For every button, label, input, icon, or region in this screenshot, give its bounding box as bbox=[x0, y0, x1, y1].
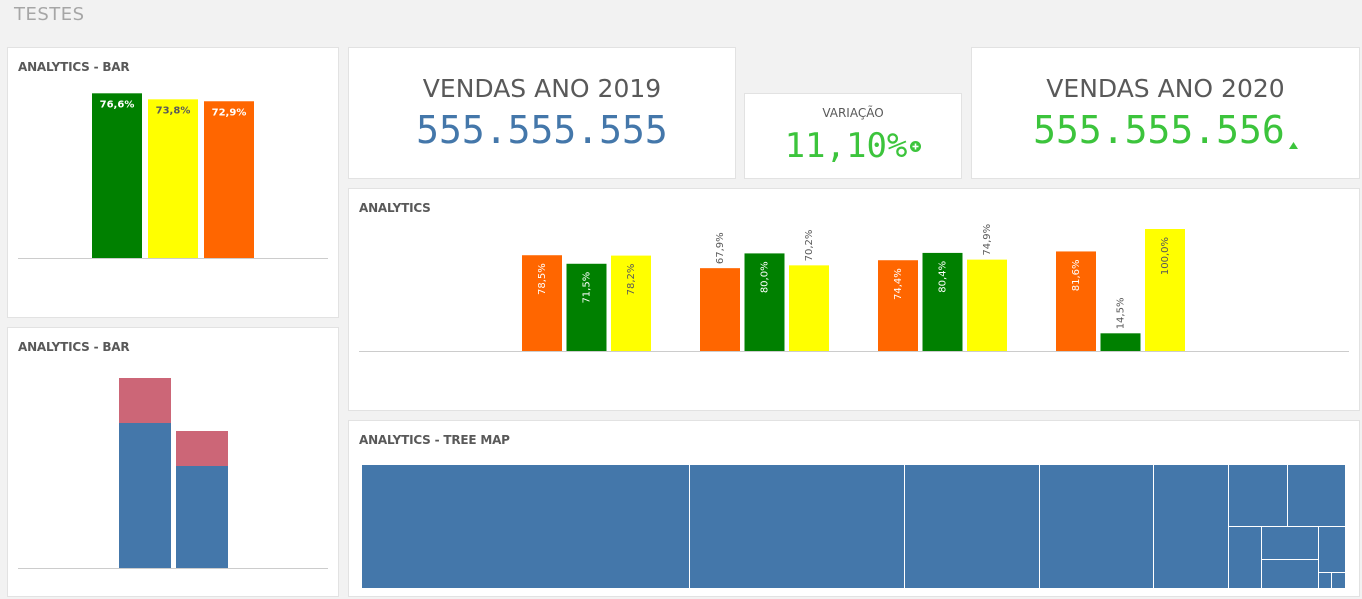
kpi-value: 555.555.555 bbox=[416, 108, 668, 152]
kpi-variacao[interactable]: VARIAÇÃO 11,10% bbox=[744, 93, 962, 179]
grouped-bar-chart[interactable]: 78,5% 71,5% 78,2% 67,9% 80,0% 70,2% 74,4% 80,4%… bbox=[349, 189, 1359, 410]
bar-label: 80,0% bbox=[760, 261, 771, 293]
bar-label: 80,4% bbox=[938, 261, 949, 293]
bar[interactable] bbox=[204, 101, 254, 258]
treemap[interactable] bbox=[362, 465, 1345, 589]
kpi-label: VARIAÇÃO bbox=[822, 106, 884, 120]
plus-circle-icon bbox=[910, 121, 922, 161]
treemap-cell[interactable] bbox=[362, 465, 690, 589]
bar[interactable] bbox=[92, 93, 142, 258]
bar-chart-panel-2[interactable]: ANALYTICS - BAR bbox=[7, 327, 339, 597]
kpi-value-row: 11,10% bbox=[745, 126, 961, 166]
sheet-title: TESTES bbox=[14, 4, 85, 25]
kpi-label: VENDAS ANO 2019 bbox=[422, 74, 662, 103]
triangle-up-icon bbox=[1288, 114, 1298, 158]
bar-label: 71,5% bbox=[582, 272, 593, 304]
treemap-cell[interactable] bbox=[690, 465, 905, 589]
treemap-cell[interactable] bbox=[1319, 527, 1345, 573]
bar-label: 74,9% bbox=[982, 224, 993, 256]
bar[interactable] bbox=[789, 265, 829, 351]
bar[interactable] bbox=[967, 259, 1007, 351]
bar-chart-1[interactable]: 76,6% 73,8% 72,9% bbox=[8, 48, 338, 317]
treemap-cell[interactable] bbox=[1332, 573, 1345, 589]
bar-label: 74,4% bbox=[893, 268, 904, 300]
treemap-panel[interactable]: ANALYTICS - TREE MAP bbox=[348, 420, 1360, 597]
panel-title: ANALYTICS - TREE MAP bbox=[359, 433, 510, 447]
treemap-cell[interactable] bbox=[1229, 527, 1262, 589]
bar-segment[interactable] bbox=[119, 423, 171, 568]
treemap-cell[interactable] bbox=[1154, 465, 1229, 589]
bar[interactable] bbox=[148, 99, 198, 258]
kpi-value-row: 555.555.556 bbox=[972, 108, 1359, 158]
bar-label: 67,9% bbox=[715, 232, 726, 264]
bar-chart-panel-1[interactable]: ANALYTICS - BAR 76,6% 73,8% 72,9% bbox=[7, 47, 339, 318]
bar-segment[interactable] bbox=[176, 466, 228, 568]
treemap-cell[interactable] bbox=[1229, 465, 1288, 527]
bar-segment[interactable] bbox=[176, 431, 228, 466]
kpi-vendas-2019[interactable]: VENDAS ANO 2019 555.555.555 bbox=[348, 47, 736, 179]
bar-label: 70,2% bbox=[804, 230, 815, 262]
treemap-cell[interactable] bbox=[1262, 527, 1319, 560]
bar-segment[interactable] bbox=[119, 378, 171, 423]
bar-label: 14,5% bbox=[1116, 298, 1127, 330]
bar[interactable] bbox=[1100, 333, 1141, 351]
bar-label: 76,6% bbox=[100, 99, 135, 110]
bar-label: 72,9% bbox=[212, 107, 247, 118]
treemap-cell[interactable] bbox=[1262, 560, 1319, 589]
kpi-value: 555.555.556 bbox=[1033, 108, 1285, 152]
stacked-bar-chart[interactable] bbox=[8, 328, 338, 596]
treemap-cell[interactable] bbox=[1040, 465, 1154, 589]
bar-label: 100,0% bbox=[1160, 237, 1171, 275]
analytics-bar-panel[interactable]: ANALYTICS 78,5% 71,5% 78,2% 67,9% 80,0% 70,2%… bbox=[348, 188, 1360, 411]
bar-label: 73,8% bbox=[156, 105, 191, 116]
bar[interactable] bbox=[700, 268, 740, 351]
bar-label: 81,6% bbox=[1071, 259, 1082, 291]
bar-label: 78,5% bbox=[537, 263, 548, 295]
kpi-value: 11,10% bbox=[784, 126, 908, 166]
treemap-cell[interactable] bbox=[905, 465, 1040, 589]
kpi-label: VENDAS ANO 2020 bbox=[1046, 74, 1285, 103]
treemap-cell[interactable] bbox=[1319, 573, 1332, 589]
bar-label: 78,2% bbox=[626, 264, 637, 296]
treemap-cell[interactable] bbox=[1288, 465, 1345, 527]
kpi-vendas-2020[interactable]: VENDAS ANO 2020 555.555.556 bbox=[971, 47, 1360, 179]
